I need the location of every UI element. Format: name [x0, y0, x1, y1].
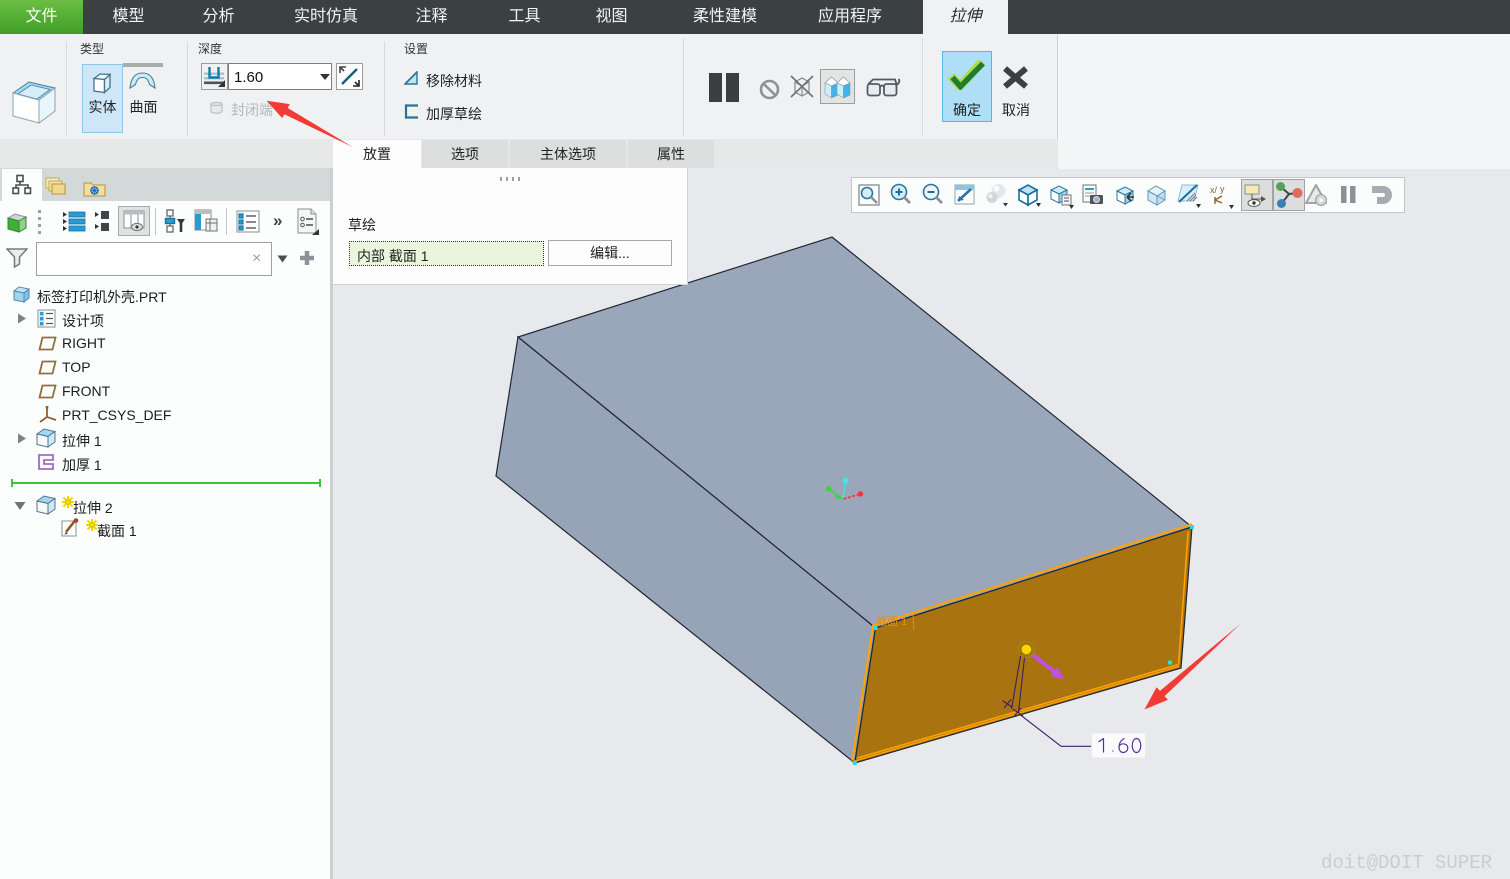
svg-text:y: y: [1220, 184, 1225, 194]
svg-text:截面 1: 截面 1: [876, 614, 907, 628]
svg-text:x/: x/: [1210, 185, 1218, 195]
